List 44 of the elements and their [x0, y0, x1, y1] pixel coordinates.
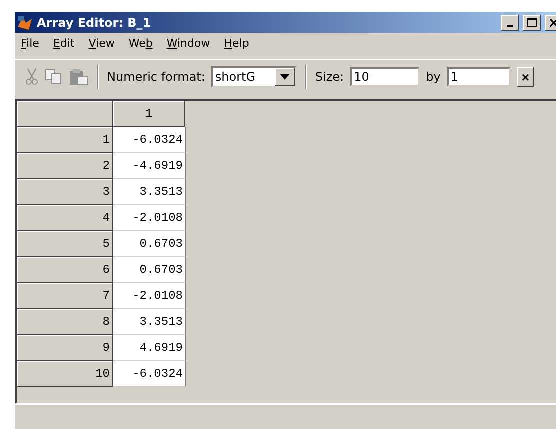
row-header[interactable]: 5	[17, 231, 113, 257]
maximize-button[interactable]	[523, 14, 541, 30]
table-cell[interactable]: 0.6703	[113, 257, 186, 283]
table-cell[interactable]: -4.6919	[113, 153, 186, 179]
app-logo-icon	[17, 14, 33, 30]
format-label: Numeric format:	[107, 70, 206, 84]
caret-icon	[280, 74, 290, 80]
table-cell[interactable]: -6.0324	[113, 127, 186, 153]
columns-field[interactable]: 1	[446, 67, 511, 87]
row-header[interactable]: 4	[17, 205, 113, 231]
row-header[interactable]: 7	[17, 283, 113, 309]
close-button[interactable]: ×	[516, 67, 534, 87]
paste-icon[interactable]	[69, 68, 89, 86]
close-icon	[550, 18, 556, 26]
row-header[interactable]: 9	[17, 335, 113, 361]
row-header[interactable]: 2	[17, 153, 113, 179]
maximize-icon	[527, 18, 537, 27]
row-header[interactable]: 3	[17, 179, 113, 205]
row-header[interactable]: 10	[17, 361, 113, 387]
table-cell[interactable]: 3.3513	[113, 309, 186, 335]
format-dropdown[interactable]: shortG	[211, 66, 298, 88]
menu-item[interactable]: View	[88, 37, 115, 52]
menu-item[interactable]: File	[21, 37, 40, 52]
menu-item[interactable]: Help	[224, 37, 250, 52]
menu-item[interactable]: Window	[166, 37, 210, 52]
menu-item[interactable]: Web	[128, 37, 153, 52]
table-cell[interactable]: 3.3513	[113, 179, 186, 205]
rows-field[interactable]: 10	[350, 67, 420, 87]
table-cell[interactable]: -2.0108	[113, 283, 186, 309]
menu-item[interactable]: Edit	[53, 37, 75, 52]
table-cell[interactable]: 4.6919	[113, 335, 186, 361]
minimize-button[interactable]	[501, 14, 519, 30]
column-header[interactable]: 1	[113, 101, 185, 127]
by-label: by	[426, 70, 441, 84]
row-header[interactable]: 8	[17, 309, 113, 335]
table-cell[interactable]: -2.0108	[113, 205, 186, 231]
row-header[interactable]: 6	[17, 257, 113, 283]
size-label: Size:	[315, 70, 344, 84]
table-cell[interactable]: 0.6703	[113, 231, 186, 257]
row-header[interactable]: 1	[17, 127, 113, 153]
minimize-icon	[507, 24, 513, 26]
window-title: Array Editor: B_1	[37, 16, 152, 30]
copy-icon[interactable]	[45, 69, 63, 85]
table-cell[interactable]: -6.0324	[113, 361, 186, 387]
